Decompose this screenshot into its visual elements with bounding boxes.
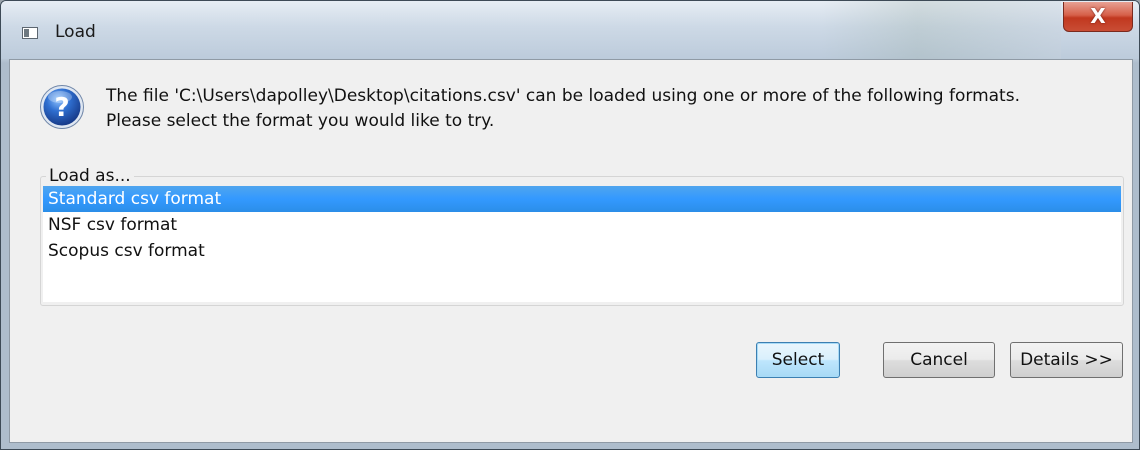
format-listbox[interactable]: Standard csv format NSF csv format Scopu…	[43, 186, 1121, 302]
message-text: The file 'C:\Users\dapolley\Desktop\cita…	[106, 84, 1126, 134]
cancel-button[interactable]: Cancel	[883, 342, 995, 378]
load-dialog-window: Load X ? The file 'C:\Users\dapolley\Des…	[0, 0, 1140, 450]
question-icon: ?	[40, 85, 84, 129]
format-option-standard-csv[interactable]: Standard csv format	[43, 186, 1121, 212]
message-line-2: Please select the format you would like …	[106, 111, 495, 131]
load-as-label: Load as...	[46, 166, 134, 186]
close-icon: X	[1090, 4, 1106, 28]
dialog-content: ? The file 'C:\Users\dapolley\Desktop\ci…	[9, 59, 1133, 443]
message-line-1: The file 'C:\Users\dapolley\Desktop\cita…	[106, 86, 1020, 106]
window-title: Load	[55, 22, 96, 42]
select-button[interactable]: Select	[756, 342, 840, 378]
details-button[interactable]: Details >>	[1010, 342, 1123, 378]
application-icon	[22, 27, 38, 39]
format-option-nsf-csv[interactable]: NSF csv format	[43, 212, 1121, 238]
svg-text:?: ?	[54, 93, 69, 123]
format-option-scopus-csv[interactable]: Scopus csv format	[43, 238, 1121, 264]
close-button[interactable]: X	[1063, 2, 1133, 32]
title-bar[interactable]: Load X	[1, 1, 1139, 59]
title-bar-glass	[821, 1, 1061, 59]
